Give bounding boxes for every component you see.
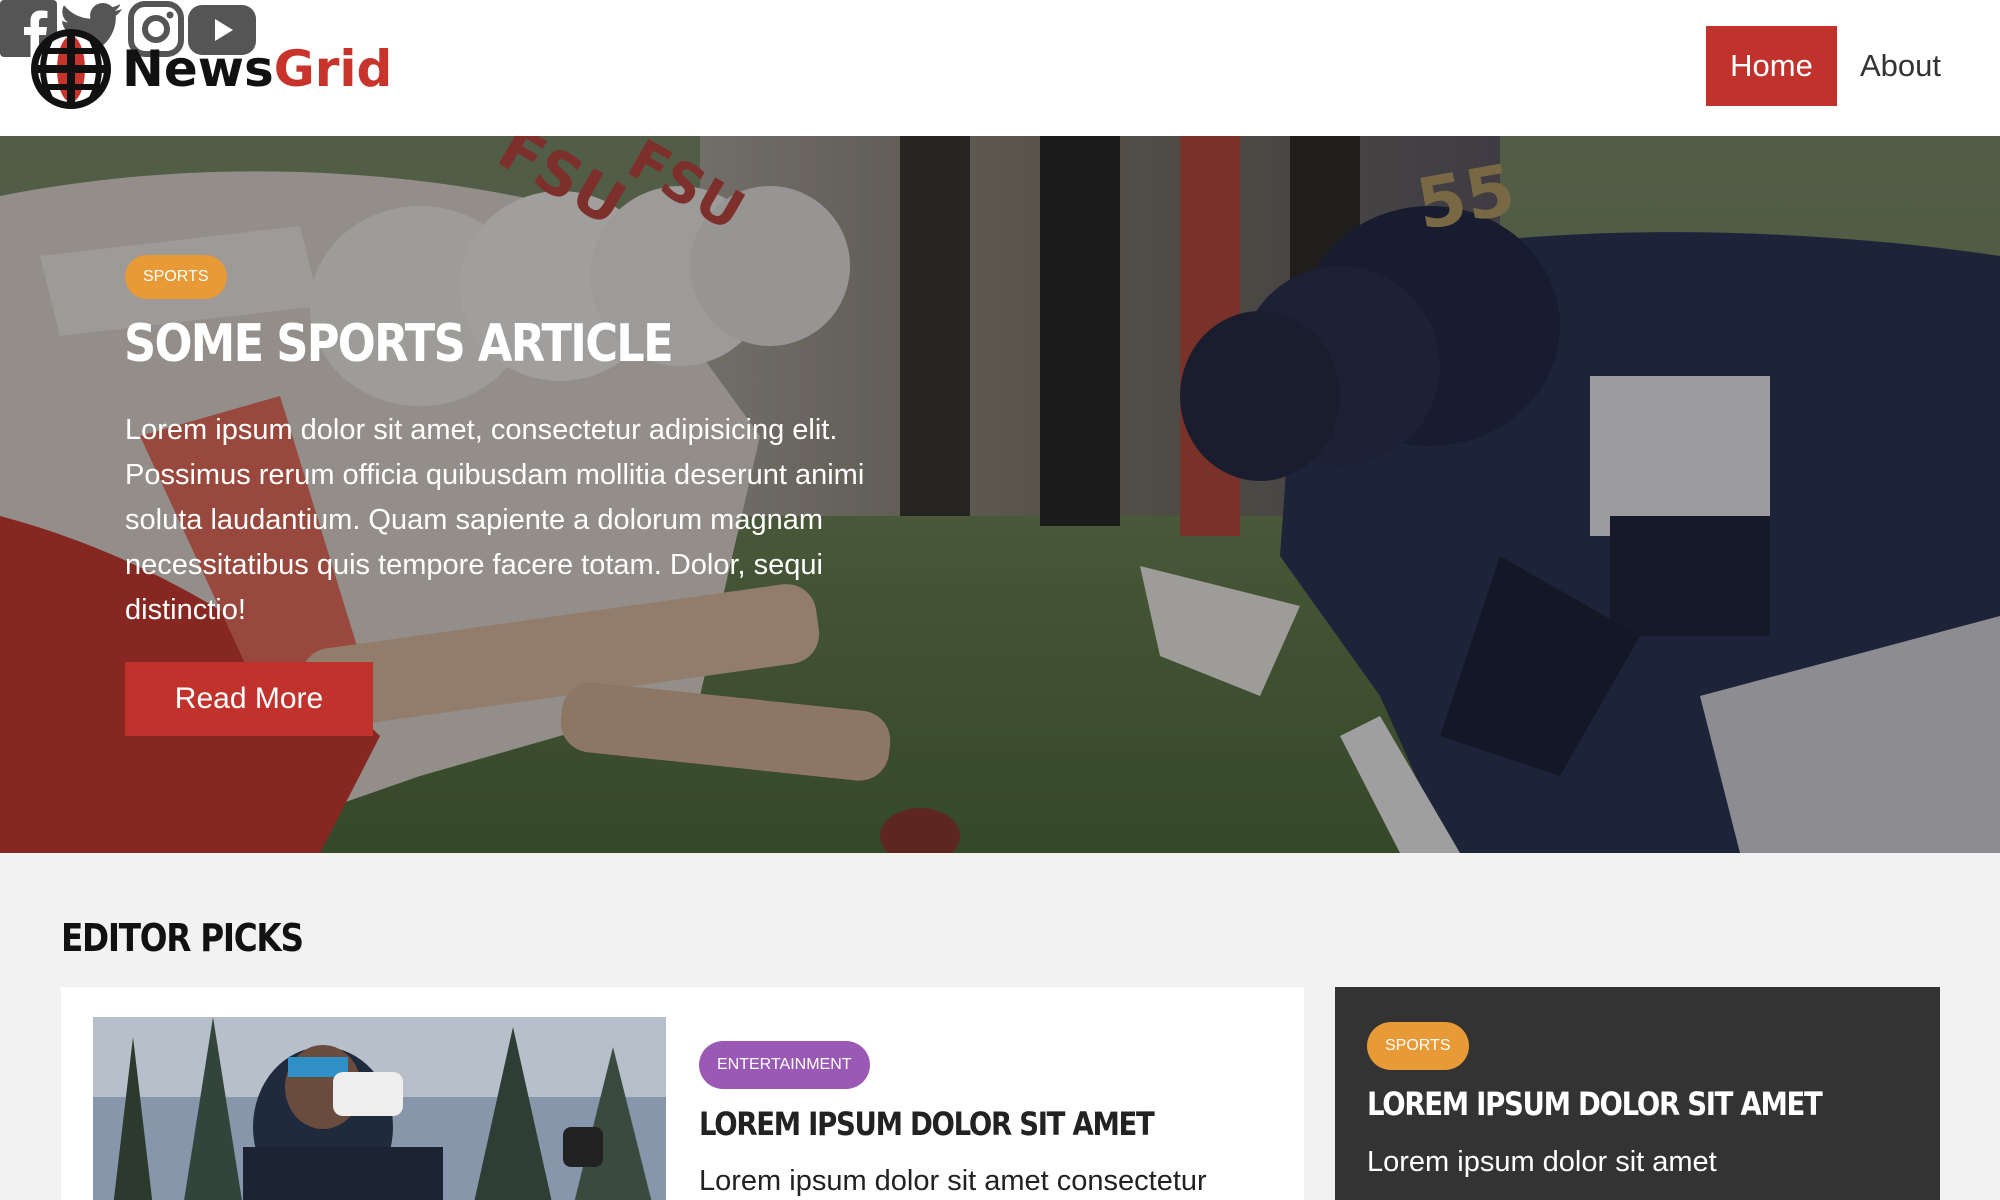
category-badge[interactable]: ENTERTAINMENT [699, 1041, 870, 1089]
logo-text-grid: Grid [273, 40, 393, 98]
category-badge[interactable]: SPORTS [125, 255, 227, 299]
hero-description: Lorem ipsum dolor sit amet, consectetur … [125, 414, 865, 626]
globe-icon [31, 29, 111, 109]
nav-about-link[interactable]: About [1848, 26, 1953, 106]
read-more-button[interactable]: Read More [125, 662, 373, 736]
hero-title: SOME SPORTS ARTICLE [124, 314, 674, 374]
section-title: EDITOR PICKS [61, 916, 304, 960]
logo-text-news: News [122, 40, 274, 98]
logo[interactable]: NewsGrid [28, 26, 392, 112]
card-excerpt: Lorem ipsum dolor sit amet consectetur [699, 1165, 1207, 1197]
card-image [93, 1017, 666, 1200]
hero-banner[interactable]: 55 FSU FSU SPORTS SOME SPORTS ARTICLE Lo… [0, 136, 2000, 853]
editor-pick-card-dark[interactable]: SPORTS LOREM IPSUM DOLOR SIT AMET Lorem … [1335, 987, 1940, 1200]
category-badge[interactable]: SPORTS [1367, 1022, 1469, 1070]
card-title[interactable]: LOREM IPSUM DOLOR SIT AMET [699, 1105, 1155, 1143]
site-header: NewsGrid Home About [0, 0, 2000, 136]
card-title[interactable]: LOREM IPSUM DOLOR SIT AMET [1367, 1085, 1823, 1123]
editor-pick-card[interactable]: ENTERTAINMENT LOREM IPSUM DOLOR SIT AMET… [61, 987, 1304, 1200]
card-excerpt: Lorem ipsum dolor sit amet [1367, 1146, 1717, 1178]
nav-home-button[interactable]: Home [1706, 26, 1837, 106]
